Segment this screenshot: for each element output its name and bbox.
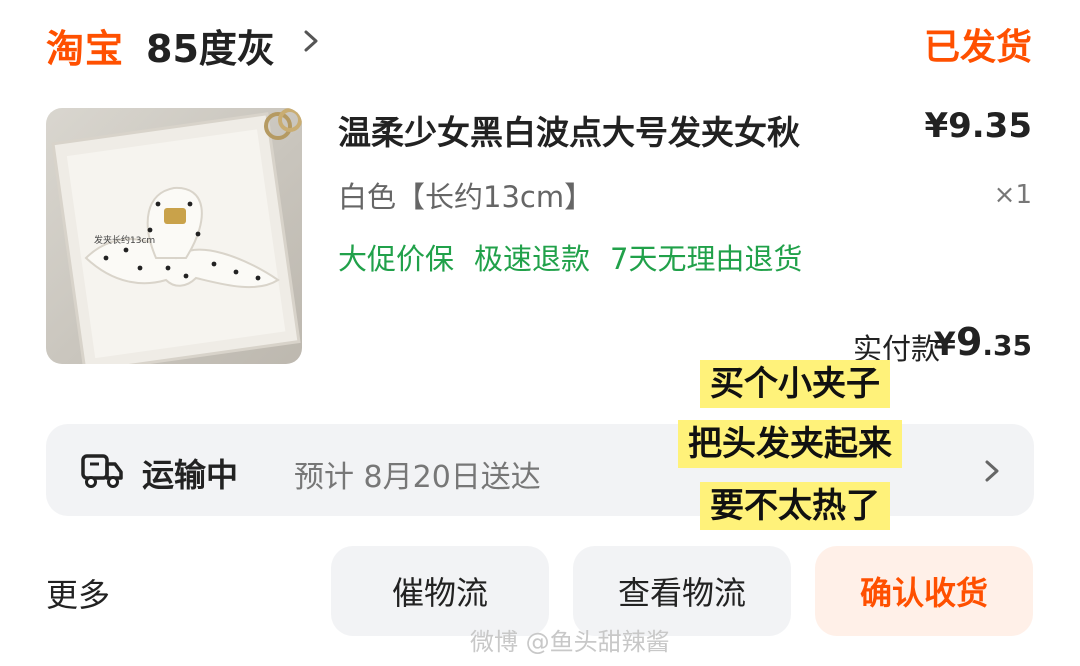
service-tag: 大促价保 [338,242,455,276]
product-spec: 白色【长约13cm】 [338,180,594,214]
product-image[interactable] [46,108,302,364]
paid-amount: ¥9.35 [934,320,1032,364]
hair-clip-illustration [51,108,302,364]
chevron-right-icon[interactable] [982,456,1002,486]
shop-name[interactable]: 85度灰 [146,18,275,73]
overlay-note: 要不太热了 [700,482,890,530]
service-tag: 极速退款 [474,242,591,276]
paid-currency: ¥ [933,325,956,363]
overlay-note: 把头发夹起来 [678,420,902,468]
service-tags: 大促价保 极速退款 7天无理由退货 [338,236,802,278]
product-title[interactable]: 温柔少女黑白波点大号发夹女秋 [338,106,800,154]
paid-decimal: .35 [982,329,1032,362]
shipping-eta: 预计 8月20日送达 [294,460,541,495]
image-caption: 发夹长约13cm [94,236,156,246]
overlay-note: 买个小夹子 [700,360,890,408]
truck-icon [81,454,123,488]
product-quantity: ×1 [993,180,1032,210]
shipping-status: 运输中 [142,456,239,494]
watermark: 微博 @鱼头甜辣酱 [470,628,670,656]
product-price: ¥9.35 [924,106,1032,146]
confirm-receipt-button[interactable]: 确认收货 [815,546,1033,636]
paid-integer: 9 [955,320,983,364]
order-status: 已发货 [923,27,1032,68]
taobao-logo: 淘宝 [46,27,125,71]
chevron-right-icon[interactable] [300,26,322,56]
service-tag: 7天无理由退货 [610,242,803,276]
more-button[interactable]: 更多 [46,570,110,616]
